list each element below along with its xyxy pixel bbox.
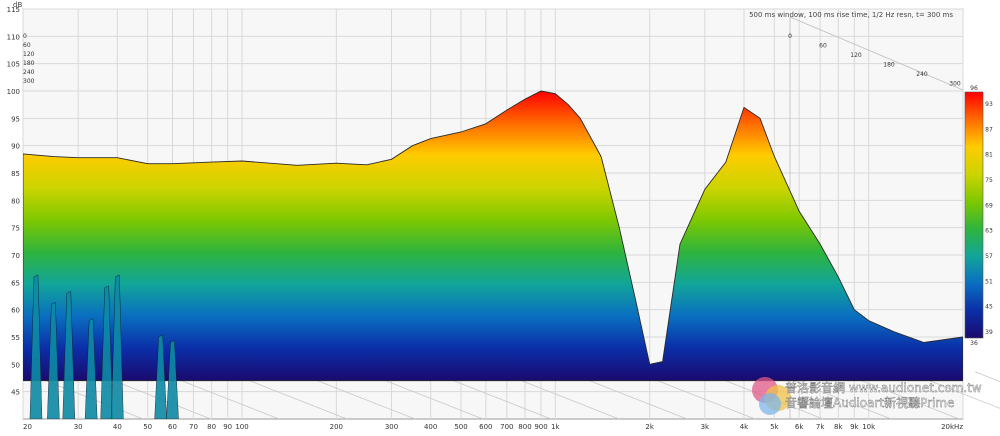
y-tick-label: 90 xyxy=(11,143,20,151)
colorbar-tick-label: 63 xyxy=(985,228,993,235)
x-tick-label: 1k xyxy=(551,423,560,431)
time-tick-left: 300 xyxy=(23,78,35,85)
x-tick-label: 40 xyxy=(113,423,122,431)
depth-gridline xyxy=(974,371,1000,383)
y-tick-label: 95 xyxy=(11,115,20,123)
x-tick-label: 3k xyxy=(701,423,710,431)
y-tick-label: 60 xyxy=(11,307,20,315)
time-tick-right: 120 xyxy=(850,52,862,59)
y-tick-label: 110 xyxy=(7,33,20,41)
x-tick-label: 600 xyxy=(479,423,492,431)
x-tick-label: 100 xyxy=(235,423,248,431)
colorbar-gradient-bar xyxy=(964,91,984,339)
x-tick-label: 2k xyxy=(645,423,654,431)
colorbar-tick-label: 69 xyxy=(985,202,993,209)
x-tick-label: 9k xyxy=(850,423,859,431)
x-tick-label: 400 xyxy=(424,423,437,431)
watermark-line-2: 音響論壇Audioart新視聽Prime xyxy=(785,395,954,410)
y-tick-label: 50 xyxy=(11,361,20,369)
y-tick-label: 105 xyxy=(7,61,20,69)
colorbar-min-label: 36 xyxy=(970,340,978,347)
x-axis: 20 30 40 50 60 70 80 90 100 200 300 400 500 600 700 800… xyxy=(23,423,963,431)
x-tick-label: 300 xyxy=(385,423,398,431)
x-tick-label: 20 xyxy=(23,423,32,431)
x-tick-label: 4k xyxy=(740,423,749,431)
colorbar-tick-label: 39 xyxy=(985,329,993,336)
colorbar-tick-label: 87 xyxy=(985,126,993,133)
time-tick-left: 0 xyxy=(23,33,27,40)
x-tick-label: 20kHz xyxy=(941,423,963,431)
x-tick-label: 900 xyxy=(534,423,547,431)
x-tick-label: 10k xyxy=(862,423,876,431)
waterfall-plot-svg: 4550556065707580859095100105110115 20 30 4… xyxy=(7,1,1000,431)
y-unit-label: dB xyxy=(13,1,22,9)
time-tick-left: 240 xyxy=(23,69,35,76)
x-tick-label: 700 xyxy=(500,423,513,431)
watermark: 普洛影音網 www.audionet.com.tw 音響論壇Audioart新視… xyxy=(752,377,982,415)
y-tick-label: 85 xyxy=(11,170,20,178)
x-tick-label: 8k xyxy=(834,423,843,431)
waterfall-chart: 45 50 55 60 65 70 75 80 85 90 95 100 105 110 115 20 30 4… xyxy=(0,0,1000,432)
x-tick-label: 7k xyxy=(816,423,825,431)
x-tick-label: 90 xyxy=(223,423,232,431)
colorbar-tick-label: 51 xyxy=(985,278,993,285)
y-tick-label: 100 xyxy=(7,88,20,96)
y-tick-label: 55 xyxy=(11,334,20,342)
time-tick-left: 60 xyxy=(23,42,31,49)
time-tick-right: 0 xyxy=(788,33,792,40)
x-tick-label: 50 xyxy=(143,423,152,431)
chart-title: 500 ms window, 100 ms rise time, 1/2 Hz … xyxy=(749,11,953,19)
colorbar-tick-label: 81 xyxy=(985,152,993,159)
colorbar-tick-label: 57 xyxy=(985,253,993,260)
colorbar-max-label: 96 xyxy=(970,85,978,92)
time-tick-right: 240 xyxy=(916,71,928,78)
time-tick-right: 180 xyxy=(883,62,895,69)
colorbar-tick-label: 75 xyxy=(985,177,993,184)
y-tick-label: 75 xyxy=(11,225,20,233)
x-tick-label: 80 xyxy=(207,423,216,431)
time-tick-left: 120 xyxy=(23,51,35,58)
x-tick-label: 5k xyxy=(770,423,779,431)
x-tick-label: 60 xyxy=(168,423,177,431)
time-tick-right: 60 xyxy=(819,43,827,50)
colorbar-tick-label: 93 xyxy=(985,101,993,108)
y-tick-label: 80 xyxy=(11,197,20,205)
y-axis: 4550556065707580859095100105110115 xyxy=(7,6,20,397)
x-tick-label: 500 xyxy=(454,423,467,431)
time-tick-left: 180 xyxy=(23,60,35,67)
x-tick-label: 30 xyxy=(74,423,83,431)
x-tick-label: 6k xyxy=(795,423,804,431)
y-tick-label: 45 xyxy=(11,389,20,397)
x-tick-label: 200 xyxy=(330,423,343,431)
watermark-logo-blue xyxy=(759,393,781,415)
colorbar: 96 36 93 87 81 75 69 63 57 51 45 39 xyxy=(964,85,993,347)
watermark-line-1: 普洛影音網 www.audionet.com.tw xyxy=(785,380,982,395)
colorbar-tick-label: 45 xyxy=(985,304,993,311)
y-tick-label: 65 xyxy=(11,279,20,287)
y-tick-label: 70 xyxy=(11,252,20,260)
x-tick-label: 800 xyxy=(518,423,531,431)
x-tick-label: 70 xyxy=(189,423,198,431)
time-tick-right: 300 xyxy=(949,81,961,88)
